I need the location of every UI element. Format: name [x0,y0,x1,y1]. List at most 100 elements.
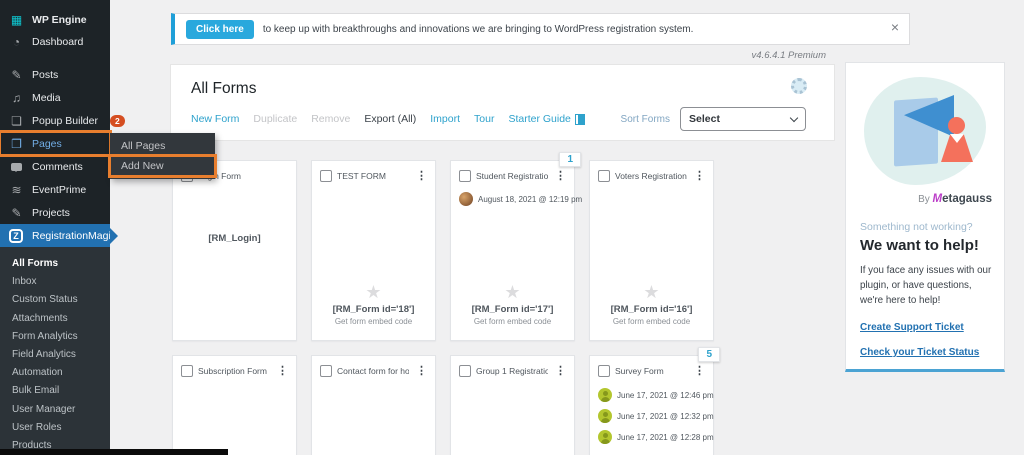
submenu-item-all-forms[interactable]: All Forms [0,255,110,273]
form-card-group-1-registration[interactable]: Group 1 Registration ... ⋮ [450,355,575,455]
form-shortcode: [RM_Form id='17'] [451,304,574,315]
star-icon[interactable]: ★ [451,283,574,301]
kebab-menu-icon[interactable]: ⋮ [692,366,707,377]
import-link[interactable]: Import [430,113,460,125]
submenu-item-custom-status[interactable]: Custom Status [0,291,110,309]
starter-guide-icon [575,114,585,125]
form-card-test-form[interactable]: TEST FORM ⋮ ★ [RM_Form id='18'] Get form… [311,160,436,341]
starter-guide-link[interactable]: Starter Guide [508,113,584,125]
help-title: We want to help! [860,237,979,254]
submission-date: August 18, 2021 @ 12:19 pm [478,195,582,204]
new-form-link[interactable]: New Form [191,113,239,125]
media-icon: ♫ [9,92,24,104]
form-card-subscription-form[interactable]: Subscription Form ⋮ [172,355,297,455]
kebab-menu-icon[interactable]: ⋮ [692,171,707,182]
flyout-item-add-new[interactable]: Add New [110,156,215,176]
banner-message: to keep up with breakthroughs and innova… [263,24,694,35]
submenu-item-attachments[interactable]: Attachments [0,310,110,328]
check-ticket-status-link[interactable]: Check your Ticket Status [860,347,979,358]
form-checkbox[interactable] [320,365,332,377]
sidebar-item-eventprime[interactable]: ≋ EventPrime [0,178,110,201]
submenu-item-user-manager[interactable]: User Manager [0,401,110,419]
sidebar-item-media[interactable]: ♫ Media [0,86,110,109]
embed-code-link[interactable]: Get form embed code [312,317,435,326]
kebab-menu-icon[interactable]: ⋮ [553,366,568,377]
sidebar-item-pages[interactable]: ❐ Pages [0,132,110,155]
active-menu-arrow [110,228,126,244]
close-icon[interactable]: × [891,20,899,34]
form-checkbox[interactable] [459,170,471,182]
form-card-login-form[interactable]: Login Form [RM_Login] [172,160,297,341]
sort-forms-label: Sort Forms [621,114,670,125]
support-help-panel: By Metagauss Something not working? We w… [845,62,1005,372]
form-checkbox[interactable] [320,170,332,182]
metagauss-byline: By Metagauss [918,193,992,205]
form-shortcode: [RM_Form id='16'] [590,304,713,315]
pages-flyout-menu: All Pages Add New [110,133,215,179]
posts-icon: ✎ [9,69,24,81]
form-title: Group 1 Registration ... [476,366,548,376]
help-subtitle: Something not working? [860,221,973,233]
help-body-text: If you face any issues with our plugin, … [860,263,993,309]
admin-sidebar: ▦ WP Engine ◔ Dashboard ✎ Posts ♫ Media … [0,0,110,455]
tour-link[interactable]: Tour [474,113,494,125]
submenu-item-inbox[interactable]: Inbox [0,273,110,291]
select-value: Select [689,113,791,125]
submenu-item-bulk-email[interactable]: Bulk Email [0,382,110,400]
form-title: Survey Form [615,366,687,376]
chevron-down-icon [790,113,798,121]
create-support-ticket-link[interactable]: Create Support Ticket [860,322,964,333]
avatar [459,192,473,206]
sidebar-item-popup-builder[interactable]: ❏ Popup Builder 2 [0,109,110,132]
form-title: Contact form for hom... [337,366,409,376]
form-checkbox[interactable] [459,365,471,377]
sidebar-item-dashboard[interactable]: ◔ Dashboard [0,31,110,53]
star-icon[interactable]: ★ [590,283,713,301]
kebab-menu-icon[interactable]: ⋮ [414,366,429,377]
form-checkbox[interactable] [598,170,610,182]
sidebar-item-wp-engine[interactable]: ▦ WP Engine [0,9,110,31]
sidebar-item-comments[interactable]: Comments [0,155,110,178]
kebab-menu-icon[interactable]: ⋮ [553,171,568,182]
export-all-link[interactable]: Export (All) [364,113,416,125]
sidebar-item-registrationmagic[interactable]: Z RegistrationMagic [0,224,110,248]
sidebar-item-label: EventPrime [32,184,86,196]
sort-forms-select[interactable]: Select [680,107,806,131]
form-card-voters-registration[interactable]: Voters Registration Fo... ⋮ ★ [RM_Form i… [589,160,714,341]
form-title: Subscription Form [198,366,270,376]
gear-icon[interactable] [791,78,807,94]
embed-code-link[interactable]: Get form embed code [451,317,574,326]
submenu-item-field-analytics[interactable]: Field Analytics [0,346,110,364]
submenu-item-automation[interactable]: Automation [0,364,110,382]
kebab-menu-icon[interactable]: ⋮ [414,171,429,182]
click-here-button[interactable]: Click here [186,20,254,39]
sidebar-item-label: RegistrationMagic [32,230,116,242]
submenu-item-form-analytics[interactable]: Form Analytics [0,328,110,346]
embed-code-link[interactable]: Get form embed code [590,317,713,326]
plugin-version: v4.6.4.1 Premium [752,50,826,61]
person-icon [598,388,612,402]
submenu-item-user-roles[interactable]: User Roles [0,419,110,437]
metagauss-logo: Metagauss [933,193,992,205]
kebab-menu-icon[interactable]: ⋮ [275,366,290,377]
form-title: Student Registration F... [476,171,548,181]
form-card-survey-form[interactable]: 5 Survey Form ⋮ June 17, 2021 @ 12:46 pm… [589,355,714,455]
sort-forms-area: Sort Forms Select [621,107,806,131]
submission-count-badge: 1 [559,152,581,167]
submission-date: June 17, 2021 @ 12:32 pm [617,412,714,421]
star-icon[interactable]: ★ [312,283,435,301]
form-checkbox[interactable] [598,365,610,377]
sidebar-item-projects[interactable]: ✎ Projects [0,201,110,224]
form-checkbox[interactable] [181,365,193,377]
notification-banner: Click here to keep up with breakthroughs… [171,13,910,45]
form-card-contact-form[interactable]: Contact form for hom... ⋮ [311,355,436,455]
form-card-student-registration[interactable]: 1 Student Registration F... ⋮ August 18,… [450,160,575,341]
sidebar-item-posts[interactable]: ✎ Posts [0,63,110,86]
flyout-item-all-pages[interactable]: All Pages [110,136,215,156]
form-title: Voters Registration Fo... [615,171,687,181]
person-icon [598,409,612,423]
form-shortcode: [RM_Form id='18'] [312,304,435,315]
submission-entry: June 17, 2021 @ 12:32 pm [598,409,713,423]
submission-entry: June 17, 2021 @ 12:46 pm [598,388,713,402]
form-title: TEST FORM [337,171,409,181]
